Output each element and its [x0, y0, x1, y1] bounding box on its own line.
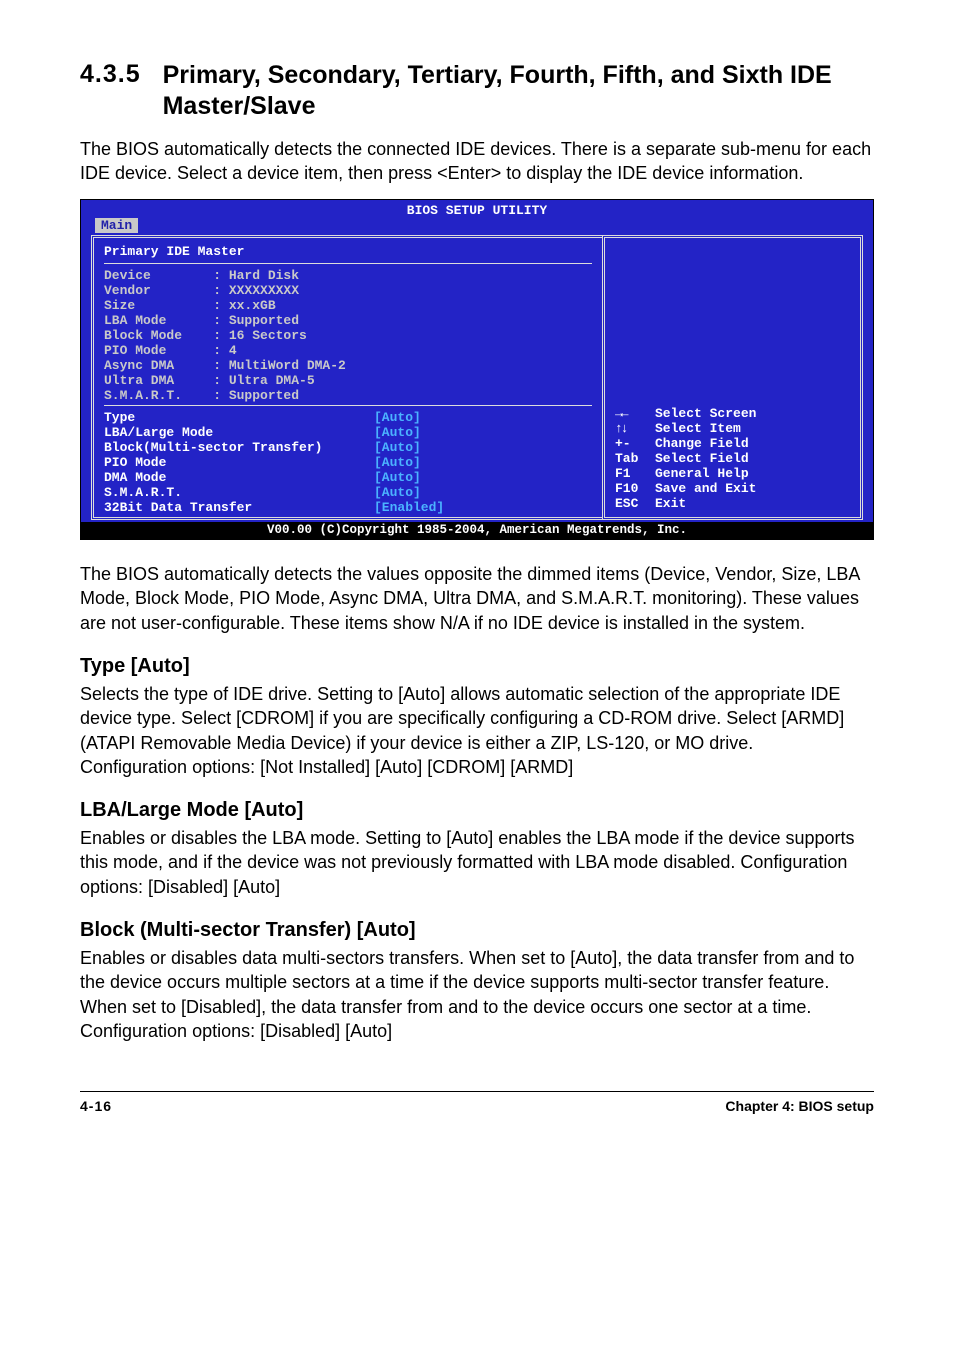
bios-help-row: F1General Help	[615, 466, 756, 481]
bios-detected-row: Async DMA : MultiWord DMA-2	[104, 358, 592, 373]
bios-detected-row: Ultra DMA : Ultra DMA-5	[104, 373, 592, 388]
bios-detected-row: Block Mode : 16 Sectors	[104, 328, 592, 343]
arrow-left-right-icon	[615, 406, 627, 421]
bios-help-key: +-	[615, 436, 655, 451]
subsection-body: Enables or disables the LBA mode. Settin…	[80, 826, 874, 899]
bios-help-row: F10Save and Exit	[615, 481, 756, 496]
subsection-title: Block (Multi-sector Transfer) [Auto]	[80, 919, 874, 942]
bios-help-row: ESCExit	[615, 496, 756, 511]
bios-config-row[interactable]: S.M.A.R.T.[Auto]	[104, 485, 592, 500]
subsection-title: Type [Auto]	[80, 655, 874, 678]
bios-config-value: [Auto]	[374, 440, 421, 455]
bios-help-key	[615, 421, 655, 436]
bios-config-value: [Auto]	[374, 425, 421, 440]
bios-config-key: PIO Mode	[104, 455, 374, 470]
section-title: Primary, Secondary, Tertiary, Fourth, Fi…	[163, 60, 874, 123]
bios-copyright: V00.00 (C)Copyright 1985-2004, American …	[81, 522, 873, 539]
bios-help-panel: Select ScreenSelect Item+-Change FieldTa…	[602, 235, 863, 520]
bios-help-row: +-Change Field	[615, 436, 756, 451]
bios-tabs: Main	[81, 218, 873, 235]
bios-config-row[interactable]: 32Bit Data Transfer[Enabled]	[104, 500, 592, 515]
page-footer: 4-16 Chapter 4: BIOS setup	[80, 1091, 874, 1114]
subsection-title: LBA/Large Mode [Auto]	[80, 799, 874, 822]
bios-help-label: General Help	[655, 466, 749, 481]
bios-config-row[interactable]: Block(Multi-sector Transfer)[Auto]	[104, 440, 592, 455]
bios-help-key: Tab	[615, 451, 655, 466]
subsection-body: Enables or disables data multi-sectors t…	[80, 946, 874, 1043]
bios-detected-row: S.M.A.R.T. : Supported	[104, 388, 592, 403]
subsection-body: Selects the type of IDE drive. Setting t…	[80, 682, 874, 779]
bios-help-row: Select Item	[615, 421, 756, 436]
bios-help-key: ESC	[615, 496, 655, 511]
bios-config-row[interactable]: LBA/Large Mode[Auto]	[104, 425, 592, 440]
post-bios-paragraph: The BIOS automatically detects the value…	[80, 562, 874, 635]
bios-config-value: [Auto]	[374, 455, 421, 470]
bios-detected-row: LBA Mode : Supported	[104, 313, 592, 328]
bios-help-key: F1	[615, 466, 655, 481]
bios-help-label: Select Screen	[655, 406, 756, 421]
bios-detected-row: Device : Hard Disk	[104, 268, 592, 283]
bios-help-key	[615, 406, 655, 421]
bios-config-key: Type	[104, 410, 374, 425]
bios-config-row[interactable]: Type[Auto]	[104, 410, 592, 425]
bios-config-value: [Auto]	[374, 470, 421, 485]
bios-detected-row: Vendor : XXXXXXXXX	[104, 283, 592, 298]
intro-paragraph: The BIOS automatically detects the conne…	[80, 137, 874, 186]
bios-help-label: Select Field	[655, 451, 749, 466]
bios-config-value: [Auto]	[374, 485, 421, 500]
bios-config-row[interactable]: DMA Mode[Auto]	[104, 470, 592, 485]
section-number: 4.3.5	[80, 60, 141, 89]
bios-help-label: Select Item	[655, 421, 741, 436]
bios-config-row[interactable]: PIO Mode[Auto]	[104, 455, 592, 470]
bios-config-key: 32Bit Data Transfer	[104, 500, 374, 515]
bios-config-key: Block(Multi-sector Transfer)	[104, 440, 374, 455]
bios-config-key: LBA/Large Mode	[104, 425, 374, 440]
bios-help-key: F10	[615, 481, 655, 496]
bios-config-value: [Enabled]	[374, 500, 444, 515]
arrow-up-down-icon	[615, 421, 627, 436]
bios-config-key: DMA Mode	[104, 470, 374, 485]
bios-config-value: [Auto]	[374, 410, 421, 425]
bios-title: BIOS SETUP UTILITY	[81, 200, 873, 218]
bios-config-key: S.M.A.R.T.	[104, 485, 374, 500]
bios-help-label: Save and Exit	[655, 481, 756, 496]
bios-panel: BIOS SETUP UTILITY Main Primary IDE Mast…	[80, 199, 874, 540]
bios-left-panel: Primary IDE Master Device : Hard DiskVen…	[91, 235, 602, 520]
bios-help-label: Change Field	[655, 436, 749, 451]
chapter-label: Chapter 4: BIOS setup	[725, 1098, 874, 1114]
bios-detected-row: Size : xx.xGB	[104, 298, 592, 313]
page-number: 4-16	[80, 1098, 112, 1114]
section-header: 4.3.5 Primary, Secondary, Tertiary, Four…	[80, 60, 874, 123]
bios-panel-heading: Primary IDE Master	[104, 242, 592, 261]
bios-help-row: TabSelect Field	[615, 451, 756, 466]
bios-help-label: Exit	[655, 496, 686, 511]
bios-detected-row: PIO Mode : 4	[104, 343, 592, 358]
bios-tab-main[interactable]: Main	[95, 218, 138, 233]
bios-help-row: Select Screen	[615, 406, 756, 421]
